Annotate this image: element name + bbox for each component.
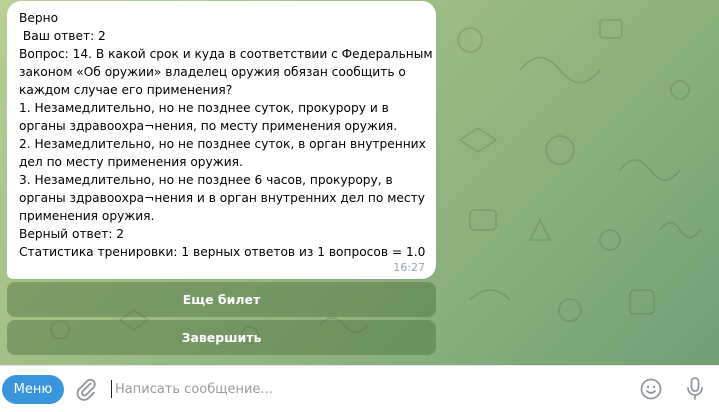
message-line: органы здравоохра¬нения, по месту примен… bbox=[19, 119, 398, 133]
message-line: 2. Незамедлительно, но не позднее суток,… bbox=[19, 137, 426, 151]
message-line: каждом случае его применения? bbox=[19, 83, 233, 97]
message-line: 3. Незамедлительно, но не позднее 6 часо… bbox=[19, 173, 393, 187]
message-line: Вопрос: 14. В какой срок и куда в соотве… bbox=[19, 47, 433, 61]
message-line: законом «Об оружии» владелец оружия обяз… bbox=[19, 65, 406, 79]
message-line: Верный ответ: 2 bbox=[19, 227, 125, 241]
message-text: Верно Ваш ответ: 2 Вопрос: 14. В какой ср… bbox=[19, 9, 433, 261]
message-line: органы здравоохра¬нения и в орган внутре… bbox=[19, 191, 425, 205]
message-line: Статистика тренировки: 1 верных ответов … bbox=[19, 245, 426, 259]
message-line: дел по месту применения оружия. bbox=[19, 155, 243, 169]
finish-button[interactable]: Завершить bbox=[7, 320, 436, 355]
message-input-bar: Меню bbox=[0, 365, 719, 412]
microphone-icon[interactable] bbox=[683, 376, 707, 402]
message-line: Ваш ответ: 2 bbox=[19, 29, 106, 43]
message-time: 16:27 bbox=[393, 261, 425, 274]
message-line: Верно bbox=[19, 11, 59, 25]
text-cursor bbox=[111, 380, 112, 398]
message-input[interactable] bbox=[115, 377, 615, 401]
message-line: 1. Незамедлительно, но не позднее суток,… bbox=[19, 101, 389, 115]
smile-icon[interactable] bbox=[639, 377, 663, 401]
message-bubble: Верно Ваш ответ: 2 Вопрос: 14. В какой ср… bbox=[7, 1, 436, 279]
menu-button[interactable]: Меню bbox=[2, 375, 64, 404]
message-line: применения оружия. bbox=[19, 209, 155, 223]
paperclip-icon[interactable] bbox=[74, 377, 98, 401]
more-ticket-button[interactable]: Еще билет bbox=[7, 282, 436, 317]
